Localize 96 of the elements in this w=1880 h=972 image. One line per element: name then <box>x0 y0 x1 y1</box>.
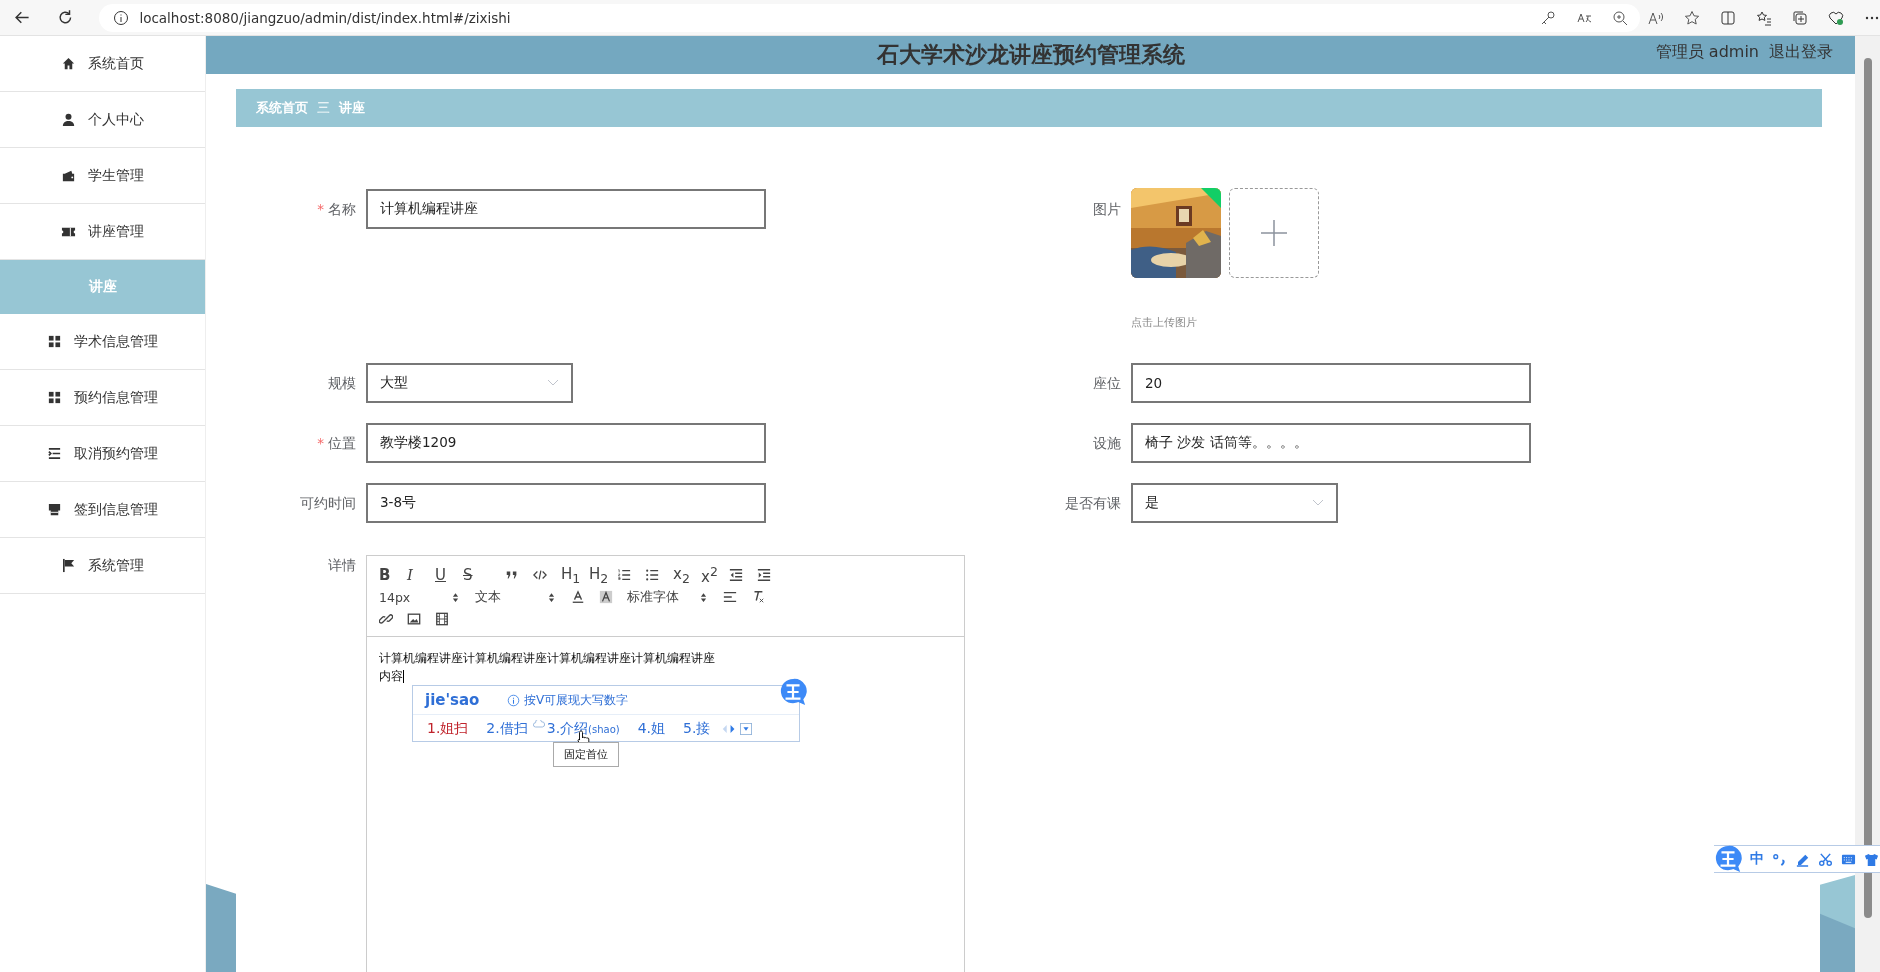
ime-candidate[interactable]: 3.介绍(shao) <box>546 719 620 738</box>
sidebar-item[interactable]: 学术信息管理 <box>0 314 205 370</box>
toolbar-button[interactable]: x$_{2}$ <box>673 564 701 586</box>
sort-arrows-icon <box>700 591 707 603</box>
field-label: 位置 <box>328 435 356 451</box>
upload-hint: 点击上传图片 <box>1131 315 1198 330</box>
sidebar-item[interactable]: 学生管理 <box>0 148 205 204</box>
field-label: 可约时间 <box>300 495 356 511</box>
text-field[interactable]: 20 <box>1131 363 1531 403</box>
user-icon <box>61 112 76 127</box>
key-icon[interactable] <box>1540 9 1556 26</box>
grid-icon <box>47 334 62 349</box>
ime-logo-icon[interactable] <box>1714 845 1742 873</box>
toolbar-select[interactable]: 标准字体 <box>627 588 707 606</box>
text-field[interactable]: 教学楼1209 <box>366 423 766 463</box>
store-icon <box>47 502 62 517</box>
sidebar-item[interactable]: 系统管理 <box>0 538 205 594</box>
toolbar-button[interactable]: H$_{1}$ <box>561 564 589 586</box>
grid-icon <box>47 390 62 405</box>
ime-candidate[interactable]: 5.接 <box>683 719 711 738</box>
text-field[interactable]: 计算机编程讲座 <box>366 189 766 229</box>
text-field[interactable]: 椅子 沙发 话筒等。。。。 <box>1131 423 1531 463</box>
tooltip: 固定首位 <box>553 742 619 767</box>
ime-candidate[interactable]: 4.姐 <box>637 719 666 738</box>
sort-arrows-icon <box>452 591 459 603</box>
ime-hint: 按V可展现大写数字 <box>524 691 629 709</box>
info-icon[interactable] <box>113 9 130 26</box>
required-mark: * <box>317 201 324 217</box>
code-icon[interactable] <box>533 568 547 582</box>
address-bar[interactable]: localhost:8080/jiangzuo/admin/dist/index.html#/zixishi <box>99 3 1640 32</box>
ime-candidate[interactable]: 1.姐扫 <box>427 719 469 738</box>
link-icon[interactable] <box>379 612 393 626</box>
system-title: 石大学术沙龙讲座预约管理系统 <box>876 41 1185 69</box>
shirt-icon[interactable] <box>1864 851 1879 867</box>
field-label: 名称 <box>328 201 356 217</box>
refresh-icon[interactable] <box>56 9 74 26</box>
field-label: 详情 <box>328 557 356 573</box>
scissors-icon[interactable] <box>1818 851 1833 867</box>
punctuation-icon[interactable] <box>1772 851 1787 867</box>
bullet-list-icon[interactable] <box>645 568 659 582</box>
select-field[interactable]: 大型 <box>366 363 573 403</box>
chevron-down-icon <box>1312 499 1324 507</box>
sidebar-item[interactable]: 个人中心 <box>0 92 205 148</box>
page-arrows-icon[interactable] <box>722 723 737 734</box>
scrollbar[interactable] <box>1855 36 1880 972</box>
toolbar-button[interactable]: B <box>379 564 407 586</box>
field-label: 规模 <box>328 375 356 391</box>
zoom-icon[interactable] <box>1612 9 1628 26</box>
toolbar-button[interactable]: U <box>435 564 463 586</box>
plus-icon <box>1260 219 1288 247</box>
expand-icon[interactable] <box>740 722 753 735</box>
breadcrumb-separator: 三 <box>317 99 330 117</box>
editor-text-line: 计算机编程讲座计算机编程讲座计算机编程讲座计算机编程讲座 <box>379 650 716 667</box>
sort-arrows-icon <box>548 591 555 603</box>
favorites-icon[interactable] <box>1756 9 1772 26</box>
toolbar-select[interactable]: 文本 <box>475 588 555 606</box>
field-label: 图片 <box>1093 201 1121 217</box>
sidebar-item[interactable]: 预约信息管理 <box>0 370 205 426</box>
field-label: 是否有课 <box>1065 495 1121 511</box>
logout-link[interactable]: 退出登录 <box>1769 42 1833 63</box>
field-label: 座位 <box>1093 375 1121 391</box>
ime-composition: jie'sao <box>425 691 481 709</box>
image-icon[interactable] <box>407 612 421 626</box>
user-name: 管理员 admin <box>1655 42 1759 63</box>
indent-icon[interactable] <box>757 568 771 582</box>
ordered-list-icon[interactable] <box>617 568 631 582</box>
ime-candidate[interactable]: 2.借扫 <box>486 719 528 738</box>
star-icon[interactable] <box>1684 9 1700 26</box>
toolbar-button[interactable]: I <box>407 564 435 586</box>
sidebar-item[interactable]: 取消预约管理 <box>0 426 205 482</box>
select-field[interactable]: 是 <box>1131 483 1338 523</box>
toolbar-button[interactable]: H$_{2}$ <box>589 564 617 586</box>
video-icon[interactable] <box>435 612 449 626</box>
required-mark: * <box>317 435 324 451</box>
wallet-icon <box>61 168 76 183</box>
sidebar-item[interactable]: 系统首页 <box>0 36 205 92</box>
ime-mode-toggle[interactable]: 中 <box>1750 850 1764 868</box>
collections-icon[interactable] <box>1792 9 1808 26</box>
text-color-icon[interactable] <box>571 590 585 604</box>
home-icon <box>61 56 76 71</box>
toolbar-select[interactable]: 14px <box>379 589 459 605</box>
flag-icon <box>61 558 76 573</box>
list-icon <box>47 446 62 461</box>
back-icon[interactable] <box>14 9 31 26</box>
outdent-icon[interactable] <box>729 568 743 582</box>
toolbar-button[interactable]: x$^{2}$ <box>701 564 729 586</box>
editor-text-line: 内容 <box>379 668 405 685</box>
field-label: 设施 <box>1093 435 1121 451</box>
heart-icon[interactable] <box>1828 9 1844 26</box>
align-icon[interactable] <box>723 590 737 604</box>
highlight-icon[interactable] <box>599 590 613 604</box>
chevron-down-icon <box>547 379 559 387</box>
info-icon <box>507 693 520 707</box>
text-field[interactable]: 3-8号 <box>366 483 766 523</box>
split-screen-icon[interactable] <box>1720 9 1736 26</box>
sidebar-item[interactable]: 签到信息管理 <box>0 482 205 538</box>
